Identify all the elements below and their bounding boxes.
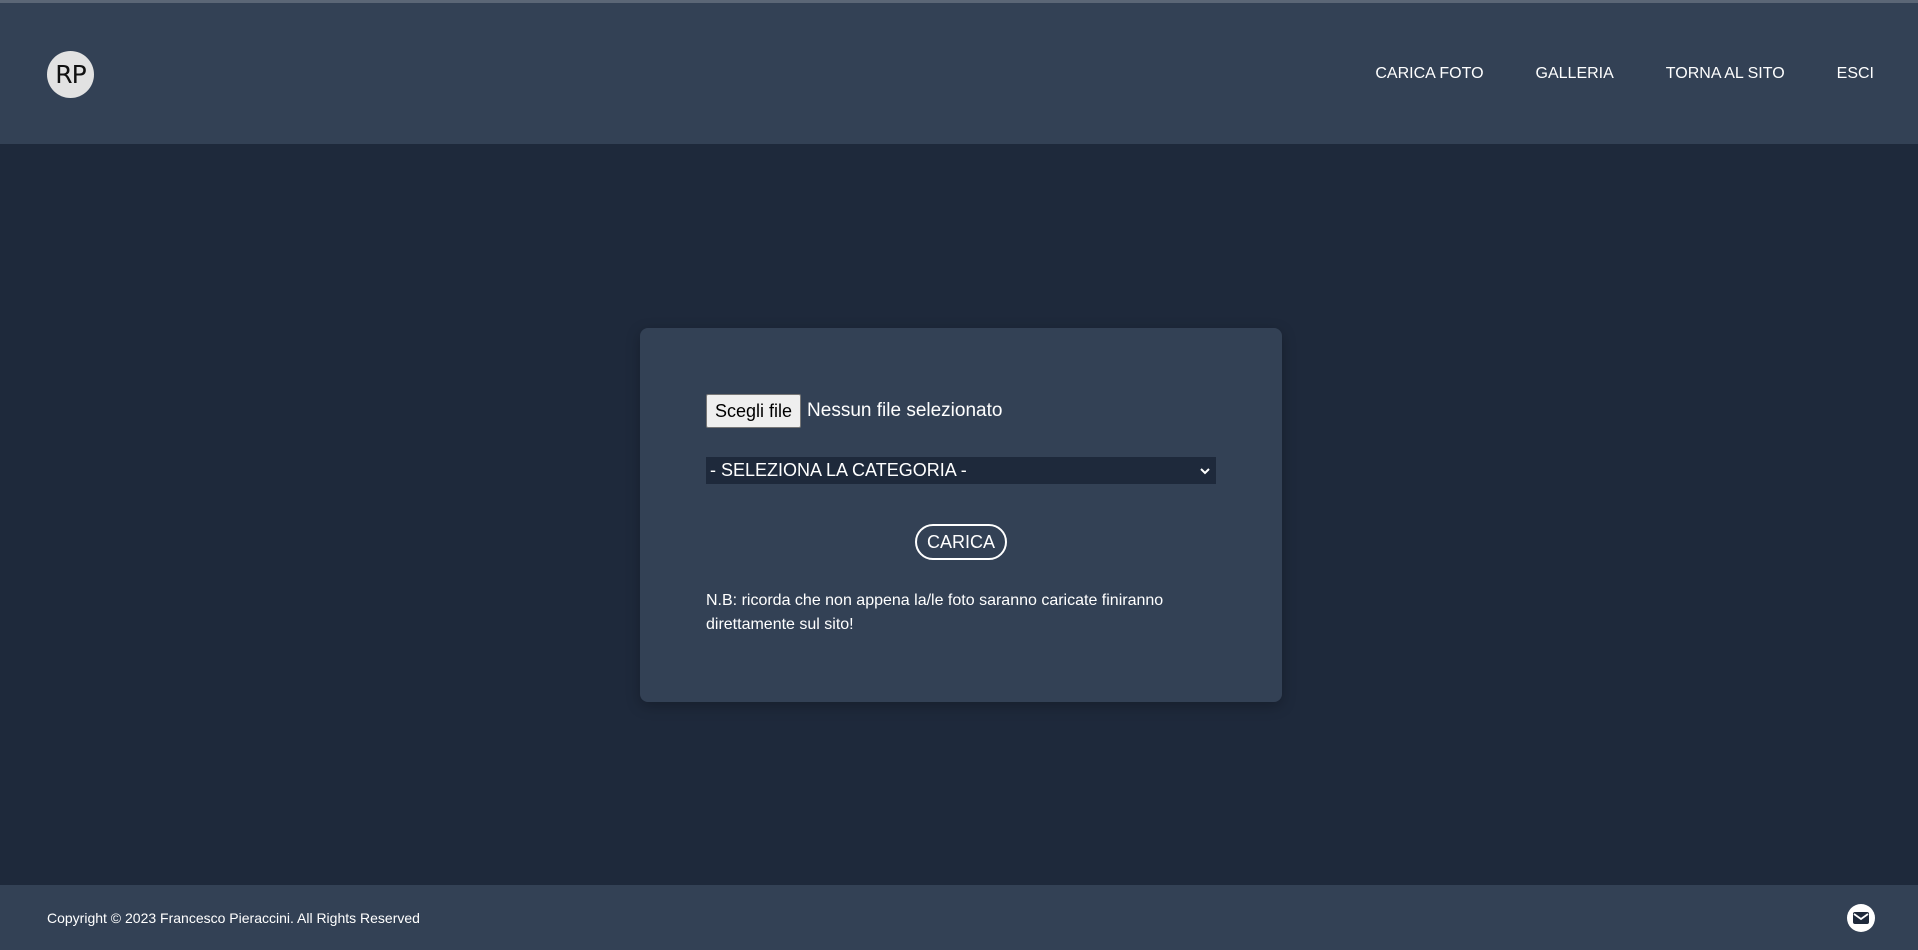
chevron-down-icon	[1200, 457, 1210, 484]
site-logo[interactable]: RP	[47, 51, 94, 98]
upload-submit-button[interactable]: CARICA	[915, 524, 1007, 560]
file-input: Scegli file Nessun file selezionato	[706, 394, 1002, 428]
top-header: RP CARICA FOTO GALLERIA TORNA AL SITO ES…	[0, 3, 1918, 144]
upload-card: Scegli file Nessun file selezionato - SE…	[640, 328, 1282, 702]
choose-file-button[interactable]: Scegli file	[706, 394, 802, 428]
category-select-value: - SELEZIONA LA CATEGORIA -	[710, 460, 967, 480]
file-status-text: Nessun file selezionato	[807, 400, 1003, 421]
upload-note: N.B: ricorda che non appena la/le foto s…	[706, 592, 1164, 633]
nav-carica-foto[interactable]: CARICA FOTO	[1375, 64, 1483, 84]
page-footer: Copyright © 2023 Francesco Pieraccini. A…	[0, 885, 1918, 950]
nav-esci[interactable]: ESCI	[1837, 64, 1874, 84]
envelope-icon[interactable]	[1847, 904, 1875, 932]
nav-galleria[interactable]: GALLERIA	[1536, 64, 1614, 84]
main-nav: CARICA FOTO GALLERIA TORNA AL SITO ESCI	[1375, 64, 1874, 84]
copyright-text: Copyright © 2023 Francesco Pieraccini. A…	[47, 910, 420, 926]
logo-text: RP	[55, 60, 86, 89]
category-select[interactable]: - SELEZIONA LA CATEGORIA -	[706, 457, 1216, 484]
nav-torna-al-sito[interactable]: TORNA AL SITO	[1666, 64, 1785, 84]
